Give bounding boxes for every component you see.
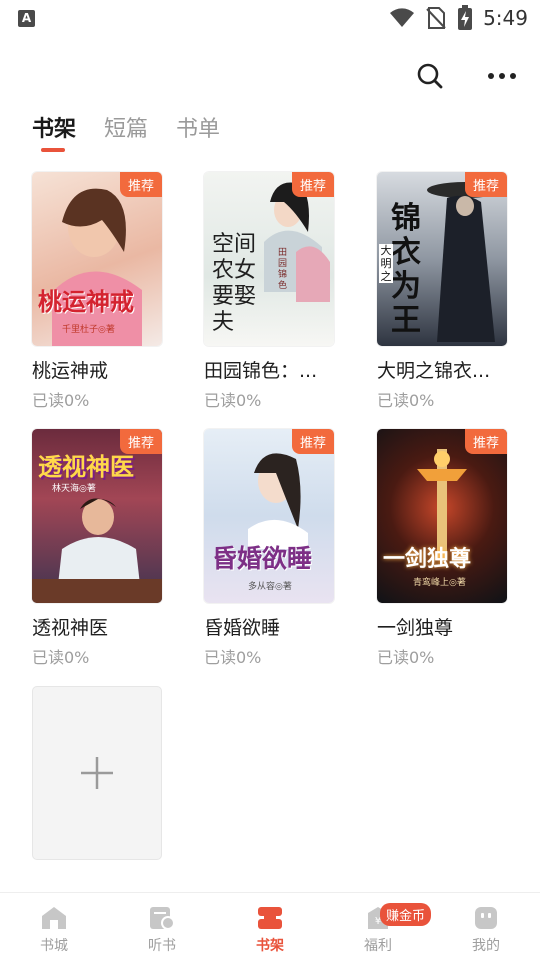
bottom-nav: 书城 听书 书架 ¥ 赚金币 福利 我的 <box>0 892 540 960</box>
cover-title: 透视神医 <box>38 452 134 481</box>
nav-audiobooks[interactable]: 听书 <box>108 893 216 960</box>
shelf-tabs: 书架 短篇 书单 <box>32 112 220 152</box>
cover-art <box>248 453 308 549</box>
read-progress: 已读0% <box>204 648 262 667</box>
read-progress: 已读0% <box>204 391 262 410</box>
recommend-badge: 推荐 <box>464 172 507 197</box>
cover-author: 千里杜子◎著 <box>62 325 115 335</box>
recommend-badge: 推荐 <box>291 429 334 454</box>
add-book-button[interactable] <box>32 686 162 860</box>
book-item[interactable]: 锦衣为王 大明之 推荐 大明之锦衣... 已读0% <box>377 172 507 411</box>
book-cover[interactable]: 空间农女要娶夫 田园锦色 推荐 <box>204 172 334 346</box>
book-title: 桃运神戒 <box>32 360 109 382</box>
cover-author: 青鸾峰上◎著 <box>413 578 466 588</box>
recommend-badge: 推荐 <box>464 429 507 454</box>
book-cover[interactable]: 昏婚欲睡 多从容◎著 推荐 <box>204 429 334 603</box>
search-icon <box>417 63 443 89</box>
battery-charging-icon <box>458 5 473 30</box>
cover-title: 锦衣为王 <box>391 201 421 338</box>
nav-label: 福利 <box>364 938 392 954</box>
home-icon <box>42 907 66 929</box>
no-sim-icon <box>426 7 446 29</box>
book-title: 昏婚欲睡 <box>204 617 281 639</box>
cover-subtitle: 田园锦色 <box>278 248 288 291</box>
nav-bookstore[interactable]: 书城 <box>0 893 108 960</box>
book-title: 透视神医 <box>32 617 109 639</box>
nav-label: 听书 <box>148 938 176 954</box>
status-app-icon: A <box>18 10 35 27</box>
status-icons: 5:49 <box>389 5 528 31</box>
read-progress: 已读0% <box>32 391 90 410</box>
cover-title: 桃运神戒 <box>38 287 134 316</box>
book-cover[interactable]: 锦衣为王 大明之 推荐 <box>377 172 507 346</box>
more-icon <box>488 73 516 79</box>
book-item[interactable]: 透视神医 林天海◎著 推荐 透视神医 已读0% <box>32 429 162 668</box>
search-button[interactable] <box>414 60 446 92</box>
bookshelf-icon <box>258 907 282 929</box>
book-cover[interactable]: 桃运神戒 千里杜子◎著 推荐 <box>32 172 162 346</box>
status-time: 5:49 <box>483 6 528 30</box>
tab-book-lists[interactable]: 书单 <box>176 112 220 152</box>
cover-subtitle: 大明之 <box>379 244 393 283</box>
earn-coins-badge: 赚金币 <box>380 903 432 926</box>
read-progress: 已读0% <box>377 648 435 667</box>
cover-art <box>52 188 142 346</box>
recommend-badge: 推荐 <box>119 429 162 454</box>
book-item[interactable]: 一剑独尊 青鸾峰上◎著 推荐 一剑独尊 已读0% <box>377 429 507 668</box>
audio-icon <box>150 907 175 930</box>
profile-icon <box>475 907 497 929</box>
book-title: 一剑独尊 <box>377 617 454 639</box>
recommend-badge: 推荐 <box>119 172 162 197</box>
read-progress: 已读0% <box>32 648 90 667</box>
book-cover[interactable]: 一剑独尊 青鸾峰上◎著 推荐 <box>377 429 507 603</box>
tab-bookshelf[interactable]: 书架 <box>32 112 76 152</box>
plus-icon <box>81 757 113 789</box>
cover-title: 一剑独尊 <box>383 546 472 572</box>
book-item[interactable]: 昏婚欲睡 多从容◎著 推荐 昏婚欲睡 已读0% <box>204 429 334 668</box>
book-cover[interactable]: 透视神医 林天海◎著 推荐 <box>32 429 162 603</box>
nav-label: 我的 <box>472 938 500 954</box>
nav-profile[interactable]: 我的 <box>432 893 540 960</box>
book-title: 大明之锦衣... <box>377 360 491 382</box>
more-button[interactable] <box>486 60 518 92</box>
book-title: 田园锦色：... <box>204 360 318 382</box>
nav-rewards[interactable]: ¥ 赚金币 福利 <box>324 893 432 960</box>
recommend-badge: 推荐 <box>291 172 334 197</box>
cover-author: 林天海◎著 <box>52 484 96 494</box>
tab-short-stories[interactable]: 短篇 <box>104 112 148 152</box>
status-bar: A 5:49 <box>0 0 540 36</box>
header-actions <box>414 60 518 92</box>
cover-author: 多从容◎著 <box>248 582 292 592</box>
nav-label: 书架 <box>256 938 284 954</box>
cover-title: 昏婚欲睡 <box>212 544 313 573</box>
read-progress: 已读0% <box>377 391 435 410</box>
nav-bookshelf[interactable]: 书架 <box>216 893 324 960</box>
nav-label: 书城 <box>40 938 68 954</box>
book-item[interactable]: 空间农女要娶夫 田园锦色 推荐 田园锦色：... 已读0% <box>204 172 334 411</box>
book-item[interactable]: 桃运神戒 千里杜子◎著 推荐 桃运神戒 已读0% <box>32 172 162 411</box>
wifi-icon <box>390 8 415 27</box>
cover-title: 空间农女要娶夫 <box>212 232 257 335</box>
